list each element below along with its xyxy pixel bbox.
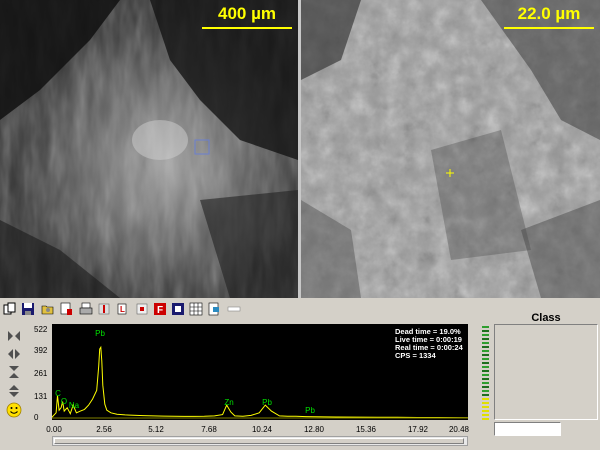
cps-label: CPS = 1334 [395,351,436,360]
meter-segment [482,326,489,328]
meter-segment [482,366,489,368]
peak-label: Pb [95,329,105,338]
meter-segment [482,362,489,364]
export-icon[interactable] [206,301,222,317]
meter-segment [482,414,489,416]
meter-segment [482,406,489,408]
shrink-vertical-icon[interactable] [6,383,22,399]
svg-text:F: F [157,305,163,316]
x-tick-label: 5.12 [148,425,164,434]
grid-icon[interactable] [188,301,204,317]
meter-segment [482,394,489,396]
x-tick-label: 7.68 [201,425,217,434]
expand-horizontal-icon[interactable] [6,328,22,344]
class-panel-title: Class [531,312,561,324]
meter-segment [482,342,489,344]
sem-left-texture [0,0,298,298]
x-tick-label: 17.92 [407,425,429,434]
meter-segment [482,418,489,420]
meter-segment [482,370,489,372]
meter-segment [482,354,489,356]
meter-segment [482,358,489,360]
marker-icon[interactable] [96,301,112,317]
x-tick-label: 15.36 [355,425,377,434]
sem-image-right[interactable]: 22.0 µm [301,0,600,298]
sem-image-left[interactable]: 400 µm [0,0,298,298]
peak-label: Zn [224,398,234,407]
x-tick-label: 20.48 [448,425,470,434]
meter-segment [482,382,489,384]
scale-bar [202,27,292,29]
y-tick-label: 261 [34,369,48,378]
print-icon[interactable] [78,301,94,317]
open-icon[interactable] [40,301,56,317]
scale-bar [504,27,594,29]
expand-vertical-icon[interactable] [6,364,22,380]
y-tick-label: 522 [34,325,48,334]
meter-segment [482,386,489,388]
x-tick-label: 12.80 [303,425,325,434]
y-tick-label: 0 [34,413,39,422]
level-meter [482,326,490,420]
spectrum-scrollbar[interactable] [52,436,468,446]
save-icon[interactable] [20,301,36,317]
y-tick-label: 131 [34,392,48,401]
svg-text:L: L [120,305,125,314]
x-tick-label: 2.56 [96,425,112,434]
scale-bar-label: 400 µm [218,4,276,23]
meter-segment [482,330,489,332]
scrollbar-thumb[interactable] [54,438,464,444]
toggle-icon[interactable] [226,301,242,317]
meter-segment [482,410,489,412]
peak-label: Pb [262,398,272,407]
copy-icon[interactable] [2,301,18,317]
y-tick-label: 392 [34,346,48,355]
smiley-icon[interactable] [6,402,22,418]
shrink-horizontal-icon[interactable] [6,346,22,362]
class-input[interactable] [494,422,561,436]
report-alt-icon[interactable] [134,301,150,317]
print-preview-icon[interactable] [58,301,74,317]
peak-label: O [60,397,68,406]
frame-icon[interactable] [170,301,186,317]
meter-segment [482,402,489,404]
scale-bar-label: 22.0 µm [517,4,581,23]
peak-label: Na [68,401,80,410]
meter-segment [482,378,489,380]
class-list[interactable] [494,324,598,420]
peak-label: Pb [305,406,315,415]
meter-segment [482,350,489,352]
meter-segment [482,398,489,400]
meter-segment [482,338,489,340]
meter-segment [482,374,489,376]
x-tick-label: 0.00 [46,425,62,434]
meter-segment [482,390,489,392]
meter-segment [482,334,489,336]
sem-right-texture [301,0,600,298]
report-icon[interactable]: L [114,301,130,317]
meter-segment [482,346,489,348]
filter-f-icon[interactable]: F [152,301,168,317]
x-tick-label: 10.24 [251,425,273,434]
